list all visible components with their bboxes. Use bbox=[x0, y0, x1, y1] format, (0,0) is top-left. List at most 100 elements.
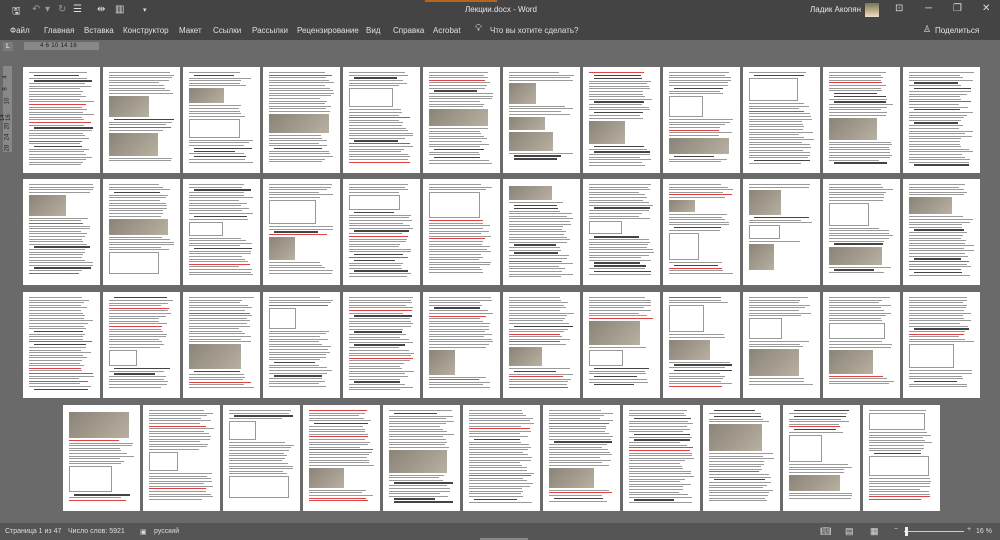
web-layout-icon[interactable]: ▦ bbox=[870, 526, 879, 537]
page-thumbnail[interactable] bbox=[63, 405, 140, 511]
line-spacing-icon[interactable]: ☰ bbox=[73, 4, 82, 15]
text-line bbox=[874, 452, 921, 455]
text-line bbox=[594, 375, 638, 378]
page-thumbnail[interactable] bbox=[223, 405, 300, 511]
page-thumbnail[interactable] bbox=[23, 67, 100, 173]
text-line bbox=[509, 341, 560, 343]
ribbon-display-icon[interactable]: ⊡ bbox=[895, 3, 903, 14]
read-mode-icon[interactable]: 📖︎ bbox=[820, 526, 831, 537]
page-thumbnail[interactable] bbox=[623, 405, 700, 511]
share-button[interactable]: Поделиться bbox=[935, 26, 979, 35]
undo-icon[interactable]: ↶ bbox=[32, 4, 40, 15]
text-line bbox=[909, 101, 972, 103]
page-thumbnail[interactable] bbox=[423, 179, 500, 285]
text-line bbox=[509, 312, 574, 314]
page-thumbnail[interactable] bbox=[423, 292, 500, 398]
page-thumbnail[interactable] bbox=[23, 179, 100, 285]
word-count[interactable]: Число слов: 5921 bbox=[68, 528, 125, 535]
columns-icon[interactable]: ▥ bbox=[115, 4, 124, 15]
page-thumbnail[interactable] bbox=[663, 179, 740, 285]
page-thumbnail[interactable] bbox=[903, 179, 980, 285]
page-thumbnail[interactable] bbox=[703, 405, 780, 511]
page-thumbnail[interactable] bbox=[783, 405, 860, 511]
tab-layout[interactable]: Макет bbox=[179, 26, 202, 35]
page-thumbnail[interactable] bbox=[143, 405, 220, 511]
zoom-out-button[interactable]: − bbox=[894, 526, 898, 533]
tell-me-search[interactable]: Что вы хотите сделать? bbox=[490, 26, 578, 35]
page-thumbnail[interactable] bbox=[663, 292, 740, 398]
page-thumbnail[interactable] bbox=[583, 179, 660, 285]
zoom-level[interactable]: 16 % bbox=[976, 528, 992, 535]
page-thumbnail[interactable] bbox=[183, 179, 260, 285]
text-line bbox=[34, 267, 91, 269]
page-thumbnail[interactable] bbox=[503, 292, 580, 398]
tab-help[interactable]: Справка bbox=[393, 26, 424, 35]
page-thumbnail[interactable] bbox=[343, 292, 420, 398]
tab-selector[interactable]: L bbox=[3, 42, 13, 51]
tab-view[interactable]: Вид bbox=[366, 26, 380, 35]
horizontal-ruler[interactable]: 4 6 10 14 16 bbox=[24, 42, 99, 50]
page-thumbnail[interactable] bbox=[423, 67, 500, 173]
page-thumbnail[interactable] bbox=[183, 292, 260, 398]
page-thumbnail[interactable] bbox=[663, 67, 740, 173]
page-thumbnail[interactable] bbox=[263, 67, 340, 173]
page-thumbnail[interactable] bbox=[343, 67, 420, 173]
page-thumbnail[interactable] bbox=[583, 292, 660, 398]
vertical-ruler[interactable]: 4 8 10 14 16 20 24 28 bbox=[0, 66, 12, 152]
page-thumbnail[interactable] bbox=[743, 292, 820, 398]
page-thumbnail[interactable] bbox=[263, 179, 340, 285]
tab-design[interactable]: Конструктор bbox=[123, 26, 169, 35]
close-icon[interactable]: ✕ bbox=[982, 3, 990, 14]
minimize-icon[interactable]: ─ bbox=[925, 3, 932, 14]
page-thumbnail[interactable] bbox=[543, 405, 620, 511]
page-thumbnail[interactable] bbox=[503, 67, 580, 173]
page-thumbnail[interactable] bbox=[743, 67, 820, 173]
avatar[interactable] bbox=[865, 3, 879, 17]
page-thumbnail[interactable] bbox=[103, 67, 180, 173]
page-thumbnail[interactable] bbox=[103, 179, 180, 285]
page-thumbnail[interactable] bbox=[103, 292, 180, 398]
page-thumbnail[interactable] bbox=[463, 405, 540, 511]
redo-icon[interactable]: ↻ bbox=[58, 4, 66, 15]
page-thumbnail[interactable] bbox=[863, 405, 940, 511]
page-thumbnail[interactable] bbox=[903, 67, 980, 173]
page-thumbnail[interactable] bbox=[823, 292, 900, 398]
undo-dropdown-icon[interactable]: ▾ bbox=[45, 4, 50, 15]
page-thumbnail[interactable] bbox=[583, 67, 660, 173]
tab-review[interactable]: Рецензирование bbox=[297, 26, 359, 35]
page-indicator[interactable]: Страница 1 из 47 bbox=[5, 528, 61, 535]
spacing-icon[interactable]: ⇹ bbox=[97, 4, 105, 15]
customize-qa-icon[interactable]: ▾ bbox=[143, 6, 147, 14]
language[interactable]: русский bbox=[154, 528, 179, 535]
tab-acrobat[interactable]: Acrobat bbox=[433, 26, 461, 35]
page-thumbnail[interactable] bbox=[903, 292, 980, 398]
page-thumbnail[interactable] bbox=[823, 179, 900, 285]
text-line bbox=[109, 212, 163, 214]
save-icon[interactable]: 🖫 bbox=[12, 4, 21, 21]
tab-references[interactable]: Ссылки bbox=[213, 26, 241, 35]
text-line bbox=[829, 378, 888, 380]
page-thumbnail[interactable] bbox=[303, 405, 380, 511]
user-name[interactable]: Ладик Акопян bbox=[810, 5, 861, 14]
page-thumbnail[interactable] bbox=[823, 67, 900, 173]
restore-icon[interactable]: ❐ bbox=[953, 3, 962, 14]
print-layout-icon[interactable]: ▤ bbox=[845, 526, 854, 537]
zoom-slider[interactable] bbox=[904, 531, 964, 532]
page-thumbnail[interactable] bbox=[503, 179, 580, 285]
tab-home[interactable]: Главная bbox=[44, 26, 74, 35]
zoom-slider-thumb[interactable] bbox=[905, 527, 908, 536]
page-thumbnail[interactable] bbox=[383, 405, 460, 511]
page-thumbnail[interactable] bbox=[743, 179, 820, 285]
proofing-icon[interactable]: ▣ bbox=[140, 528, 147, 536]
tab-mailings[interactable]: Рассылки bbox=[252, 26, 288, 35]
text-line bbox=[109, 126, 171, 128]
tab-insert[interactable]: Вставка bbox=[84, 26, 114, 35]
page-thumbnail[interactable] bbox=[263, 292, 340, 398]
zoom-in-button[interactable]: + bbox=[967, 526, 971, 533]
page-thumbnail[interactable] bbox=[23, 292, 100, 398]
text-line bbox=[869, 410, 927, 411]
text-line bbox=[269, 134, 322, 136]
page-thumbnail[interactable] bbox=[183, 67, 260, 173]
tab-file[interactable]: Файл bbox=[10, 26, 30, 35]
page-thumbnail[interactable] bbox=[343, 179, 420, 285]
